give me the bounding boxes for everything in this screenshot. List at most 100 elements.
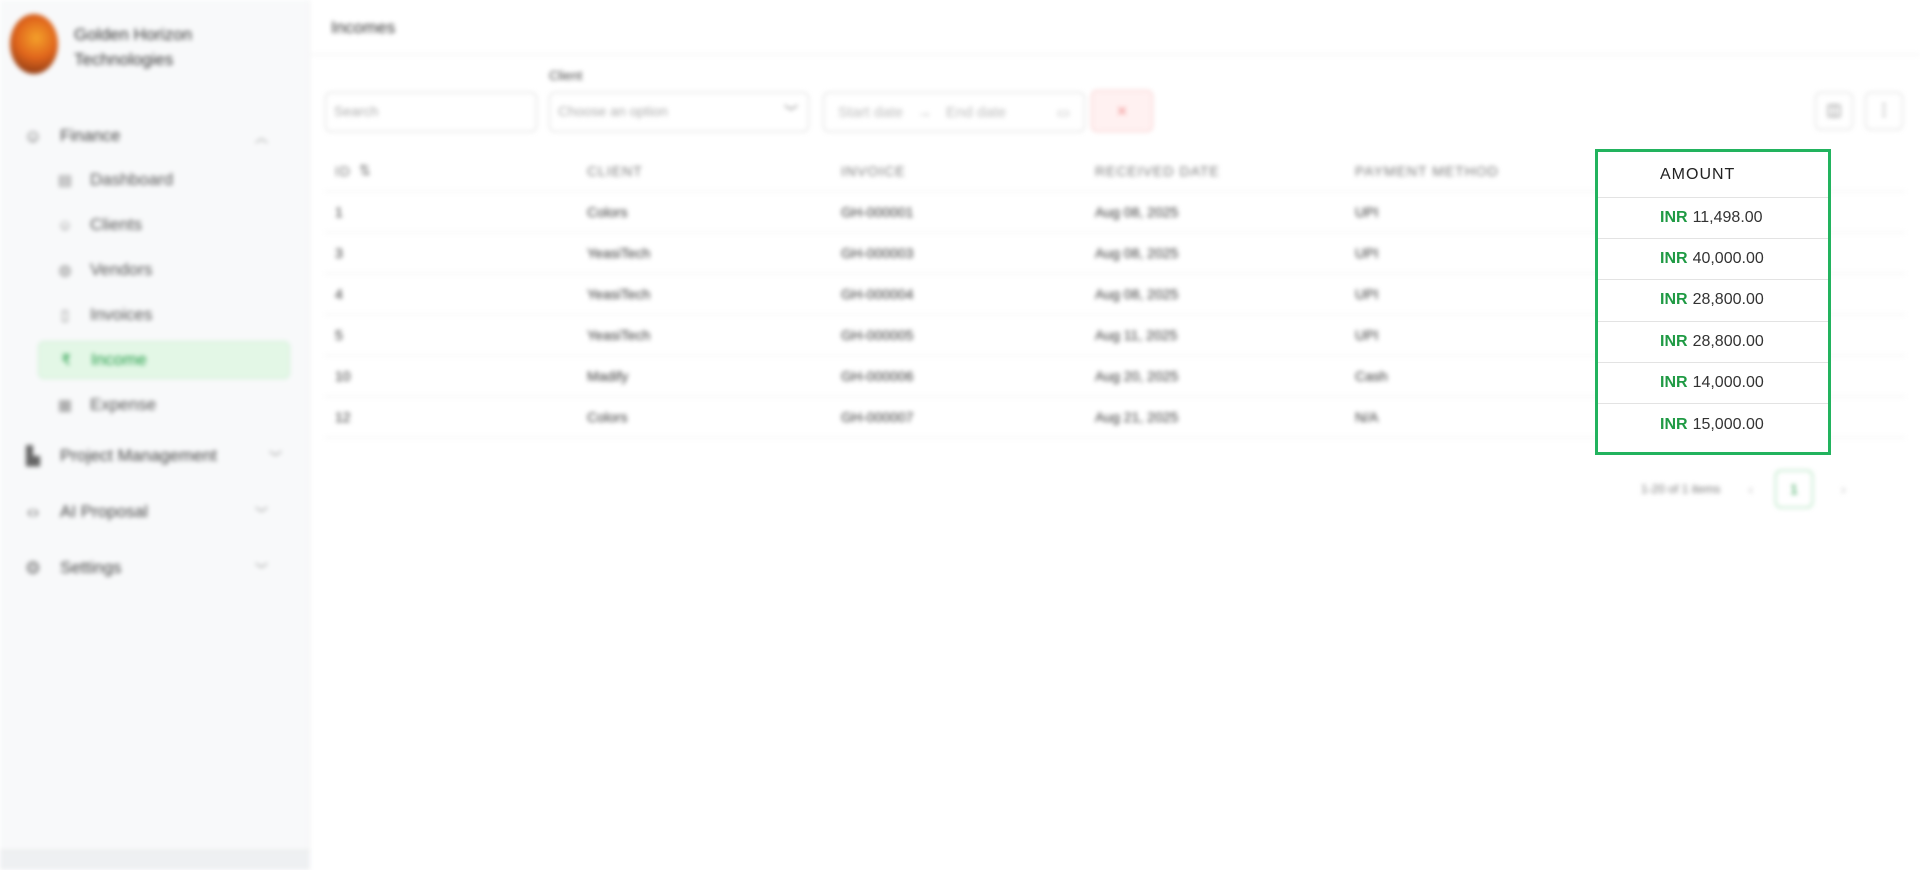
column-header-client: CLIENT	[587, 162, 643, 179]
nav-group-label: AI Proposal	[60, 502, 148, 521]
sidebar-item-label: Clients	[90, 215, 142, 234]
sidebar-nav: ☺ Finance ︿ ▤ Dashboard ☺ Clients ◍ Vend…	[0, 118, 310, 586]
column-header-amount[interactable]: AMOUNT	[1598, 152, 1828, 198]
currency-code: INR	[1660, 250, 1688, 268]
amount-value: 15,000.00	[1692, 415, 1764, 433]
client-select[interactable]: Choose an option ﹀	[549, 92, 809, 132]
document-icon: ▯	[60, 307, 70, 324]
company-logo	[10, 14, 58, 74]
cell-method: Cash	[1355, 368, 1388, 384]
sidebar-item-clients[interactable]: ☺ Clients	[38, 206, 290, 244]
nav-group-ai-proposal[interactable]: ‹› AI Proposal ﹀	[0, 494, 310, 530]
pagination: 1-20 of 1 items ‹ 1 ›	[1641, 470, 1846, 508]
cell-method: UPI	[1355, 204, 1379, 220]
calendar-icon: ▭	[1056, 103, 1070, 120]
sort-icon[interactable]: ⇅	[359, 162, 372, 179]
users-icon: ☺	[23, 125, 43, 146]
amount-cell: INR 14,000.00	[1598, 363, 1828, 404]
end-date-field[interactable]: End date	[946, 104, 1006, 121]
amount-cell: INR 11,498.00	[1598, 198, 1828, 240]
more-vertical-icon: ⋮	[1876, 102, 1892, 119]
sidebar-item-vendors[interactable]: ◍ Vendors	[38, 251, 290, 289]
cell-id: 4	[335, 286, 343, 302]
invoice-link[interactable]: GH-000005	[841, 315, 913, 355]
invoice-link[interactable]: GH-000007	[841, 397, 913, 437]
sidebar-item-label: Invoices	[90, 305, 153, 324]
nav-group-label: Project Management	[60, 446, 217, 465]
chevron-left-icon[interactable]: ‹	[1748, 481, 1753, 497]
invoice-link[interactable]: GH-000004	[841, 274, 913, 314]
nav-group-project-management[interactable]: ▙ Project Management ﹀	[0, 438, 310, 474]
gear-icon: ⚙	[24, 557, 42, 578]
amount-cell: INR 15,000.00	[1598, 404, 1828, 445]
chevron-down-icon: ﹀	[254, 561, 268, 577]
chevron-down-icon: ﹀	[268, 449, 282, 465]
dashboard-icon: ▤	[57, 172, 73, 189]
cell-date: Aug 20, 2025	[1095, 368, 1179, 384]
amount-cell: INR 28,800.00	[1598, 322, 1828, 363]
currency-code: INR	[1660, 291, 1688, 309]
sidebar-item-invoices[interactable]: ▯ Invoices	[38, 296, 290, 334]
amount-value: 11,498.00	[1692, 209, 1763, 227]
cell-date: Aug 08, 2025	[1095, 204, 1179, 220]
amount-value: 40,000.00	[1692, 250, 1764, 268]
building-icon: ▙	[26, 445, 40, 466]
amount-value: 14,000.00	[1692, 373, 1764, 391]
cell-id: 5	[335, 327, 343, 343]
invoice-link[interactable]: GH-000001	[841, 192, 913, 232]
column-header-id[interactable]: ID ⇅	[335, 150, 372, 191]
cell-date: Aug 08, 2025	[1095, 245, 1179, 261]
cell-client: Madify	[587, 368, 629, 384]
sidebar-item-dashboard[interactable]: ▤ Dashboard	[38, 161, 290, 199]
invoice-link[interactable]: GH-000006	[841, 356, 913, 396]
chevron-right-icon[interactable]: ›	[1841, 481, 1846, 497]
rupee-icon: ₹	[61, 352, 71, 369]
nav-group-label: Finance	[60, 126, 121, 145]
cell-client: Colors	[587, 409, 628, 425]
more-options-button[interactable]: ⋮	[1865, 92, 1903, 130]
cell-method: N/A	[1355, 409, 1379, 425]
search-input[interactable]: Search	[325, 92, 537, 132]
cell-method: UPI	[1355, 286, 1379, 302]
sidebar-item-label: Expense	[90, 395, 157, 414]
cell-method: UPI	[1355, 245, 1379, 261]
amount-value: 28,800.00	[1692, 332, 1764, 350]
cell-id: 10	[335, 368, 351, 384]
nav-group-settings[interactable]: ⚙ Settings ﹀	[0, 550, 310, 586]
company-name: Golden Horizon Technologies	[74, 25, 193, 69]
arrow-right-icon: →	[917, 103, 933, 121]
nav-group-label: Settings	[60, 558, 122, 577]
brand[interactable]: Golden Horizon Technologies	[10, 14, 244, 74]
chevron-up-icon: ︿	[254, 129, 268, 145]
sidebar-item-label: Dashboard	[90, 170, 174, 189]
column-header-received-date: RECEIVED DATE	[1095, 162, 1220, 179]
column-header-payment-method: PAYMENT METHOD	[1355, 162, 1499, 179]
cell-client: YeasiTech	[587, 286, 651, 302]
chevron-down-icon: ﹀	[784, 104, 798, 120]
currency-code: INR	[1660, 209, 1688, 227]
cell-date: Aug 11, 2025	[1095, 327, 1178, 343]
cell-client: YeasiTech	[587, 327, 651, 343]
column-header-invoice: INVOICE	[841, 162, 906, 179]
cell-id: 1	[335, 204, 343, 220]
sidebar-item-income[interactable]: ₹ Income	[38, 341, 290, 379]
nav-group-finance[interactable]: ☺ Finance ︿	[0, 118, 310, 154]
start-date-field[interactable]: Start date	[838, 104, 903, 121]
user-icon: ☺	[57, 216, 73, 234]
columns-toggle-button[interactable]: ◫	[1815, 92, 1853, 130]
cell-method: UPI	[1355, 327, 1379, 343]
amount-value: 28,800.00	[1692, 291, 1764, 309]
clear-filters-button[interactable]: ×	[1091, 90, 1153, 132]
sidebar-item-expense[interactable]: ▦ Expense	[38, 386, 290, 424]
chevron-down-icon: ﹀	[254, 505, 268, 521]
code-icon: ‹›	[27, 501, 39, 522]
columns-icon: ◫	[1826, 102, 1842, 119]
date-range-picker[interactable]: Start date → End date ▭	[823, 92, 1085, 132]
page-button-current[interactable]: 1	[1775, 470, 1814, 508]
cell-id: 12	[335, 409, 351, 425]
cell-date: Aug 21, 2025	[1095, 409, 1179, 425]
invoice-link[interactable]: GH-000003	[841, 233, 913, 273]
currency-code: INR	[1660, 373, 1688, 391]
grid-icon: ▦	[57, 397, 73, 414]
sidebar-item-label: Vendors	[90, 260, 153, 279]
